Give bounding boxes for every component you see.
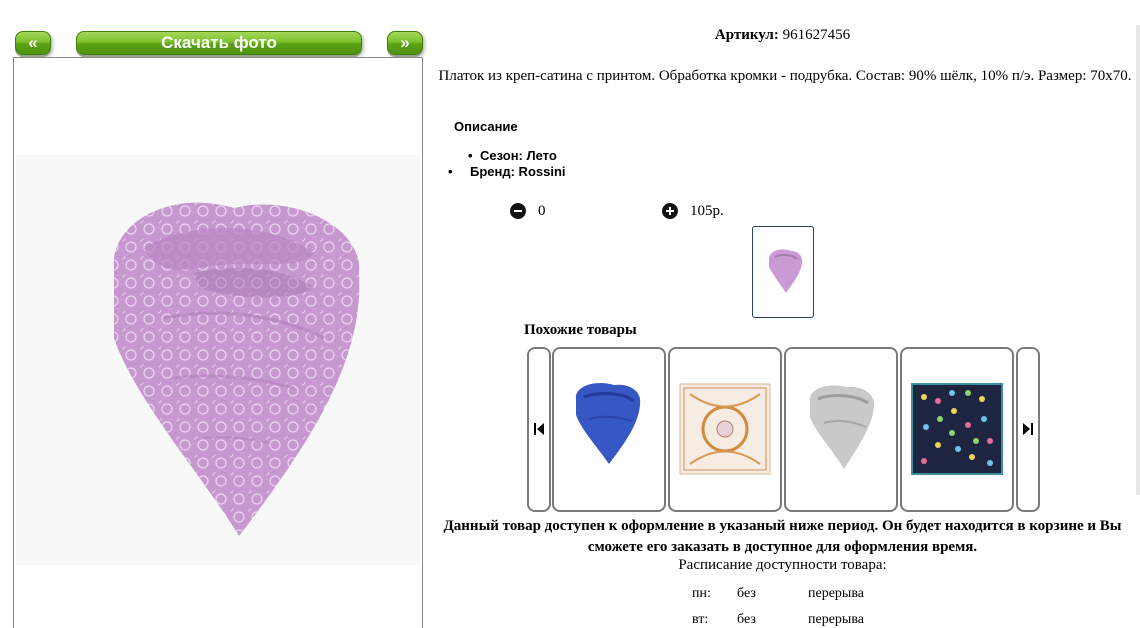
selected-photo-thumbnail[interactable] — [752, 226, 814, 318]
properties-list: Сезон: Лето Бренд: Rossini — [448, 148, 566, 180]
schedule-from: без — [737, 612, 756, 627]
availability-notice: Данный товар доступен к оформление в ука… — [443, 518, 1122, 555]
price-value: 105р. — [690, 202, 724, 219]
property-brand: Бренд: Rossini — [448, 164, 565, 180]
gray-scarf-image — [809, 385, 875, 469]
schedule-title: Расписание доступности товара: — [678, 557, 887, 573]
schedule-day: пн: — [692, 586, 711, 601]
skip-forward-icon — [1023, 423, 1033, 435]
next-photo-button[interactable]: » — [387, 31, 423, 55]
thumbnail-lilac-scarf — [769, 249, 803, 293]
plus-icon[interactable] — [662, 203, 678, 219]
carousel-prev-button[interactable] — [527, 347, 551, 512]
photo-panel: « Скачать фото » — [0, 0, 430, 628]
carousel-next-button[interactable] — [1016, 347, 1040, 512]
minus-icon[interactable] — [510, 203, 526, 219]
product-details: Артикул: 961627456 Платок из креп-сатина… — [430, 0, 1140, 627]
article-line: Артикул: 961627456 — [430, 27, 1135, 44]
similar-item-beige-scarf[interactable] — [668, 347, 782, 512]
similar-products-title: Похожие товары — [524, 322, 637, 338]
article-label: Артикул: — [714, 27, 779, 43]
schedule-to: перерыва — [808, 586, 864, 601]
similar-item-blue-scarf[interactable] — [552, 347, 666, 512]
quantity-control: 0 — [510, 201, 546, 221]
product-photo-frame — [13, 57, 423, 628]
product-description: Платок из креп-сатина с принтом. Обработ… — [438, 68, 1132, 84]
similar-item-gray-scarf[interactable] — [784, 347, 898, 512]
prev-photo-button[interactable]: « — [15, 31, 51, 55]
blue-scarf-image — [575, 382, 641, 464]
dark-scarf-image — [911, 383, 1003, 475]
schedule-from: без — [737, 586, 756, 601]
quantity-value: 0 — [538, 202, 546, 219]
schedule-day: вт: — [692, 612, 709, 627]
product-photo-lilac-scarf — [113, 202, 360, 536]
beige-scarf-image — [679, 383, 771, 475]
skip-back-icon — [534, 423, 544, 435]
price-control: 105р. — [662, 201, 724, 221]
article-number: 961627456 — [782, 27, 851, 43]
schedule-to: перерыва — [808, 612, 864, 627]
property-season: Сезон: Лето — [468, 148, 566, 164]
description-heading: Описание — [454, 119, 518, 134]
similar-item-dark-scarf[interactable] — [900, 347, 1014, 512]
download-photo-button[interactable]: Скачать фото — [76, 31, 362, 55]
